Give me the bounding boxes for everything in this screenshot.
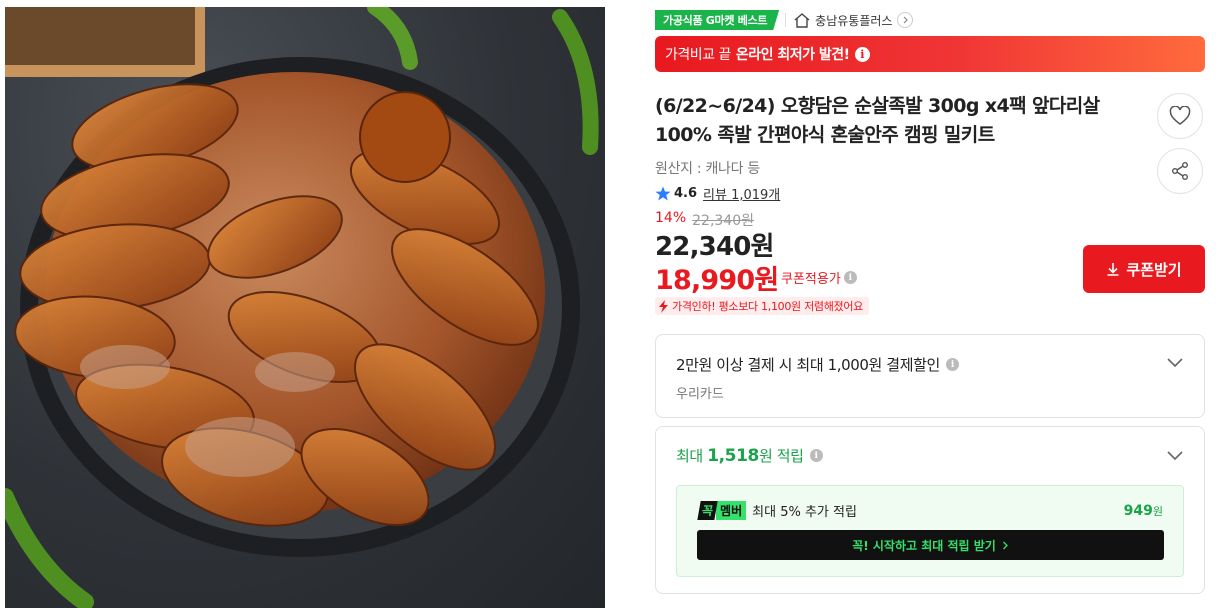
wish-button[interactable] <box>1157 93 1203 139</box>
card-discount-panel[interactable]: 2만원 이상 결제 시 최대 1,000원 결제할인 i 우리카드 <box>655 334 1205 418</box>
points-suffix: 원 적립 <box>758 447 804 465</box>
member-text: 최대 5% 추가 적립 <box>752 505 857 520</box>
review-count: 1,019개 <box>731 188 781 203</box>
member-benefit-box: 꼭 멤버 최대 5% 추가 적립 949원 꼭! 시작하고 최대 적립 받기 <box>676 485 1184 577</box>
points-amount: 1,518 <box>707 446 759 466</box>
points-panel: 최대 1,518원 적립 i 꼭 멤버 최대 5% 추가 적립 949원 꼭! … <box>655 426 1205 594</box>
member-amount-unit: 원 <box>1152 505 1163 518</box>
rating-row: 4.6 리뷰 1,019개 <box>655 184 780 203</box>
points-title: 최대 1,518원 적립 <box>676 445 804 466</box>
chevron-down-icon[interactable] <box>1166 357 1184 369</box>
origin-text: 원산지 : 캐나다 등 <box>655 161 760 177</box>
share-button[interactable] <box>1157 148 1203 194</box>
coupon-applied-tag: 쿠폰적용가 i <box>781 268 857 287</box>
price-drop-pill: 가격인하! 평소보다 1,100원 저렴해졌어요 <box>655 297 869 315</box>
store-name: 충남유통플러스 <box>815 13 893 28</box>
member-amount-value: 949 <box>1123 503 1153 519</box>
divider <box>785 13 787 27</box>
review-link[interactable]: 리뷰 1,019개 <box>703 184 780 203</box>
lowest-price-banner: 가격비교 끝 온라인 최저가 발견! i <box>655 36 1205 72</box>
card-discount-title-row: 2만원 이상 결제 시 최대 1,000원 결제할인 i <box>676 354 959 375</box>
share-icon <box>1172 162 1188 180</box>
points-prefix: 최대 <box>676 447 703 465</box>
store-link[interactable]: 충남유통플러스 <box>794 12 914 29</box>
info-icon[interactable]: i <box>809 449 823 462</box>
coupon-price: 18,990원 <box>655 265 779 296</box>
info-icon[interactable]: i <box>945 358 959 371</box>
banner-highlight: 온라인 최저가 발견! <box>735 47 850 63</box>
review-label: 리뷰 <box>703 188 727 203</box>
info-icon[interactable]: i <box>843 271 857 284</box>
get-coupon-button[interactable]: 쿠폰받기 <box>1083 245 1205 293</box>
chevron-right-icon <box>897 12 914 28</box>
product-title: (6/22~6/24) 오향담은 순살족발 300g x4팩 앞다리살100% … <box>655 95 1100 146</box>
home-icon <box>794 12 810 28</box>
info-icon[interactable]: i <box>854 46 870 62</box>
member-logo-a: 꼭 <box>697 501 718 520</box>
member-amount: 949원 <box>1124 503 1163 519</box>
member-signup-button[interactable]: 꼭! 시작하고 최대 적립 받기 <box>697 530 1164 560</box>
card-name: 우리카드 <box>676 387 724 402</box>
best-badge: 가공식품 G마켓 베스트 <box>655 10 779 30</box>
product-image[interactable] <box>5 7 605 608</box>
banner-prefix: 가격비교 끝 <box>665 47 731 63</box>
download-icon <box>1107 263 1119 276</box>
coupon-button-label: 쿠폰받기 <box>1126 260 1182 279</box>
heart-icon <box>1169 106 1191 125</box>
coupon-applied-label: 쿠폰적용가 <box>781 272 841 287</box>
rating-score: 4.6 <box>674 186 698 201</box>
price-drop-text: 가격인하! 평소보다 1,100원 저렴해졌어요 <box>672 300 863 313</box>
chevron-right-icon <box>1002 541 1008 549</box>
member-cta-label: 꼭! 시작하고 최대 적립 받기 <box>852 538 996 553</box>
badge-row: 가공식품 G마켓 베스트 충남유통플러스 <box>655 10 914 30</box>
star-icon <box>655 186 671 201</box>
card-discount-title: 2만원 이상 결제 시 최대 1,000원 결제할인 <box>676 356 940 374</box>
product-info-panel: 가공식품 G마켓 베스트 충남유통플러스 가격비교 끝 온라인 최저가 발견! … <box>655 0 1205 608</box>
member-logo-b: 멤버 <box>716 501 747 520</box>
chevron-down-icon[interactable] <box>1166 450 1184 462</box>
points-title-row: 최대 1,518원 적립 i <box>676 445 823 466</box>
price-drop-icon <box>659 299 668 313</box>
member-row: 꼭 멤버 최대 5% 추가 적립 <box>697 501 857 520</box>
member-logo: 꼭 멤버 <box>697 501 747 520</box>
product-photo-jokbal-icon <box>5 7 599 608</box>
